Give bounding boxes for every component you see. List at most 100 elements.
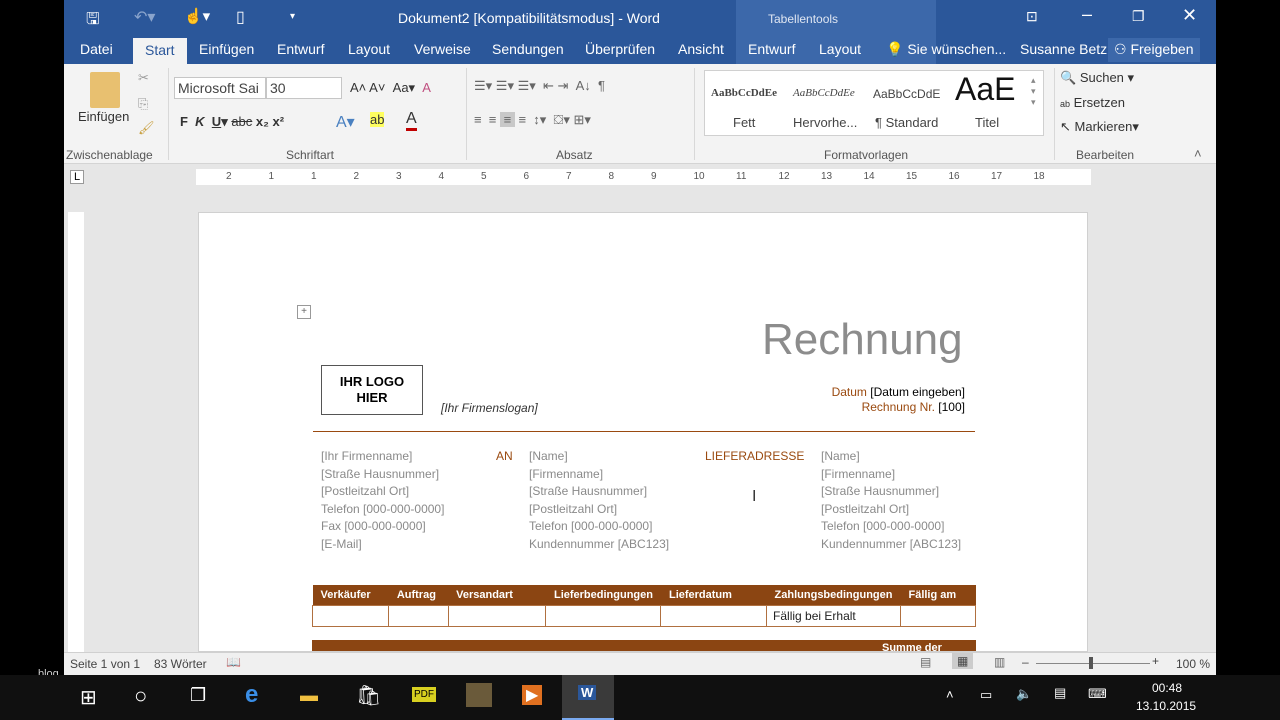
cut-icon[interactable]: ✂ [138,70,149,86]
tab-table-layout[interactable]: Layout [819,41,861,57]
tab-start[interactable]: Start [133,38,187,64]
notifications-icon[interactable]: ▤ [1054,685,1066,701]
ruler-tick-label: 11 [736,171,747,182]
font-name-input[interactable]: Microsoft Sai [174,77,266,99]
windows-start-icon[interactable]: ⊞ [80,685,97,710]
ruler-tick-label: 18 [1033,171,1045,182]
align-icons[interactable]: ≡ ≡ ≡ ≡ ↕▾ ⛋▾ ⊞▾ [474,112,591,128]
tab-entwurf[interactable]: Entwurf [277,41,324,57]
table-cell[interactable] [447,604,547,627]
table-cell[interactable] [311,604,390,627]
volume-icon[interactable]: 🔈 [1016,686,1032,702]
table-cell[interactable] [545,604,662,627]
tell-me-button[interactable]: 💡 Sie wünschen... [886,41,1006,58]
tab-datei[interactable]: Datei [80,41,113,57]
tab-sendungen[interactable]: Sendungen [492,41,564,57]
invoice-number-line: Rechnung Nr. [100] [862,400,965,414]
table-cell[interactable] [660,604,768,627]
copy-icon[interactable]: ⎘ [138,96,148,112]
file-explorer-icon[interactable]: ▬ [300,685,318,706]
collapse-ribbon-icon[interactable]: ˄ [1194,146,1202,161]
style-preview[interactable]: AaBbCcDdEe [793,87,855,99]
sender-line: [E-Mail] [321,536,362,551]
style-fett[interactable]: Fett [733,115,755,130]
pdf-app-icon[interactable]: PDF [412,687,436,702]
highlight-icon[interactable]: ab [370,112,385,127]
table-cell[interactable] [899,604,977,627]
word-count[interactable]: 83 Wörter [154,657,207,671]
zoom-in-icon[interactable]: + [1152,654,1159,668]
table-cell[interactable] [388,604,449,627]
media-player-icon[interactable]: ▶ [522,685,543,705]
print-layout-icon[interactable]: ▦ [952,653,974,669]
style-preview[interactable]: AaBbCcDdEe [711,87,777,99]
font-size-input[interactable]: 30 [266,77,342,99]
table-move-handle-icon[interactable]: + [297,305,311,319]
save-icon[interactable]: 🖫 [86,8,100,35]
page-count[interactable]: Seite 1 von 1 [70,657,140,671]
find-button[interactable]: 🔍 Suchen ▾ [1060,70,1134,86]
vertical-ruler[interactable] [68,212,84,652]
battery-icon[interactable]: ▭ [980,687,992,703]
tab-ueberpruefen[interactable]: Überprüfen [585,41,655,57]
grow-font-icon[interactable]: A˄ A˅ Aa▾ A [350,80,431,96]
proofing-icon[interactable]: 📖 [226,655,241,669]
invoice-number-label: Rechnung Nr. [861,400,935,414]
zoom-slider-thumb[interactable] [1089,657,1093,669]
gallery-scroll-icon[interactable]: ▴ ▾ ▾ [1031,75,1036,108]
clock-date[interactable]: 13.10.2015 [1136,699,1196,713]
close-icon[interactable]: ✕ [1182,5,1197,26]
document-page[interactable]: + Rechnung IHR LOGO HIER [Ihr Firmenslog… [198,212,1088,652]
web-layout-icon[interactable]: ▥ [994,655,1005,669]
style-preview[interactable]: AaBbCcDdE [873,87,940,101]
store-icon[interactable]: 🛍 [356,683,381,708]
to-line: [Name] [529,449,568,463]
restore-icon[interactable]: ❐ [1132,8,1145,25]
select-button[interactable]: ↖ Markieren▾ [1060,119,1139,135]
style-titel[interactable]: Titel [975,115,999,130]
clock-time[interactable]: 00:48 [1152,681,1182,695]
tab-layout[interactable]: Layout [348,41,390,57]
minimize-icon[interactable]: – [1082,4,1092,25]
tab-table-entwurf[interactable]: Entwurf [748,41,795,57]
task-view-icon[interactable]: ❐ [190,685,206,706]
edge-icon[interactable]: e [245,681,258,709]
tab-stop-selector[interactable]: L [70,170,85,184]
context-tab-label: Tabellentools [768,12,839,26]
read-mode-icon[interactable]: ▤ [920,655,931,669]
cortana-icon[interactable]: ○ [134,683,147,709]
user-name[interactable]: Susanne Betz [1020,41,1107,57]
zoom-level[interactable]: 100 % [1176,657,1210,671]
list-icons[interactable]: ☰▾ ☰▾ ☰▾ ⇤ ⇥ A↓ ¶ [474,78,605,94]
horizontal-ruler[interactable]: 2 1 1 2 3 4 5 6 7 8 9 10 11 12 13 14 15 16 17 18 [196,169,1091,185]
replace-button[interactable]: ab Ersetzen [1060,95,1125,110]
style-preview[interactable]: AaE [955,71,1015,108]
ribbon-display-icon[interactable]: ⊡ [1026,8,1038,25]
undo-icon[interactable]: ↶▾ [134,7,155,27]
tab-ansicht[interactable]: Ansicht [678,41,724,57]
table-cell[interactable]: Fällig bei Erhalt [766,604,901,627]
style-hervorhebung[interactable]: Hervorhe... [793,115,857,130]
paste-icon[interactable] [90,72,120,108]
text-effects-icon[interactable]: A▾ [336,112,355,132]
ruler-tick-label: 6 [523,171,530,182]
style-standard[interactable]: ¶ Standard [875,115,938,130]
share-button[interactable]: ⚇ Freigeben [1108,38,1200,62]
customize-toolbar-icon[interactable]: ▾ [290,11,295,22]
date-line: Datum [Datum eingeben] [832,385,965,399]
bold-italic-underline-icons[interactable]: F K U▾ abc x₂ x² [180,114,284,130]
font-color-icon[interactable]: A [406,110,417,131]
tab-einfuegen[interactable]: Einfügen [199,41,254,57]
zoom-out-icon[interactable]: – [1022,655,1029,669]
touch-mode-icon[interactable]: ☝▾ [184,7,210,25]
zoom-slider[interactable] [1036,657,1150,669]
paste-button[interactable]: Einfügen [78,109,129,124]
word-taskbar-button[interactable]: W [562,675,614,720]
keyboard-icon[interactable]: ⌨ [1088,686,1107,702]
new-document-icon[interactable]: ▯ [236,7,245,27]
show-hidden-icons[interactable]: ˄ [946,687,954,702]
ribbon: Einfügen ✂ ⎘ 🖌 Microsoft Sai 30 A˄ A˅ Aa… [64,64,1216,164]
app-icon[interactable] [466,683,492,707]
tab-verweise[interactable]: Verweise [414,41,471,57]
format-painter-icon[interactable]: 🖌 [138,120,155,136]
